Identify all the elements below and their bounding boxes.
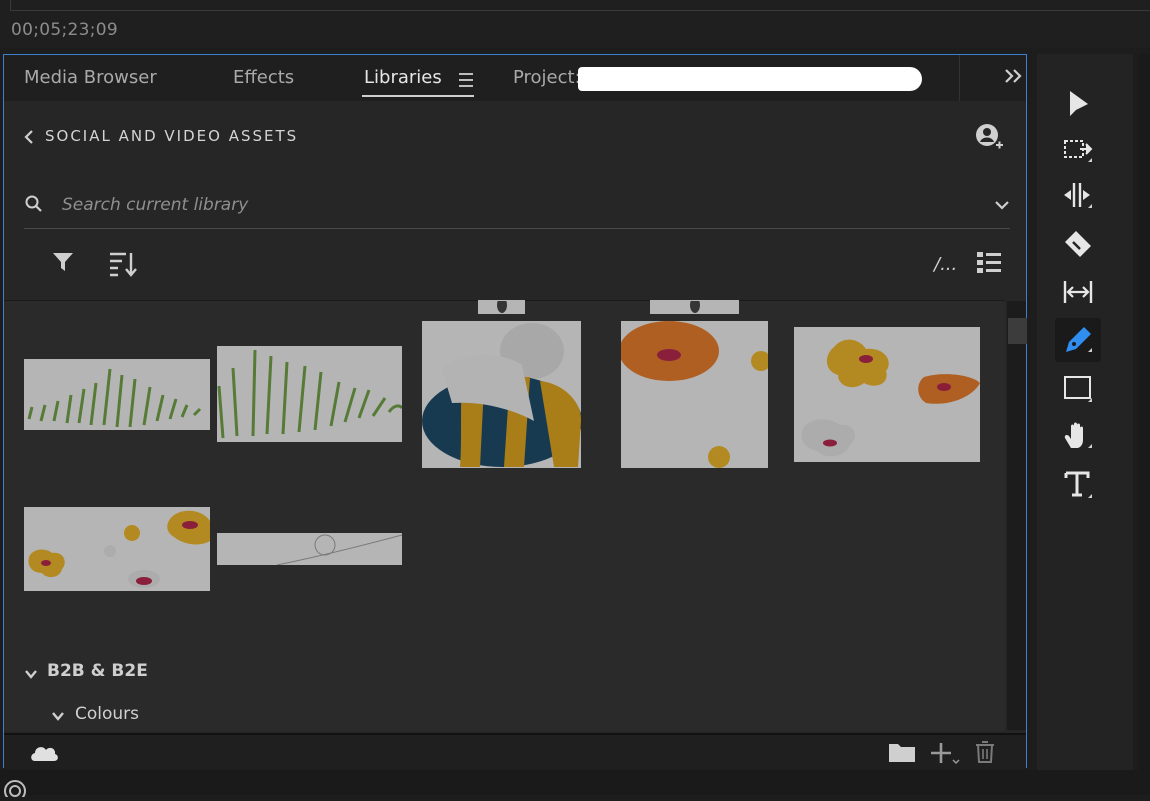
- ripple-edit-tool[interactable]: [1055, 174, 1101, 218]
- panel-menu-icon[interactable]: [459, 73, 473, 91]
- tab-libraries[interactable]: Libraries: [364, 67, 442, 88]
- track-select-icon: [1064, 140, 1093, 162]
- pen-icon: [1066, 327, 1092, 352]
- back-chevron-icon[interactable]: [24, 129, 34, 149]
- razor-tool[interactable]: [1055, 222, 1101, 266]
- hand-tool[interactable]: [1055, 414, 1101, 458]
- section-colours[interactable]: Colours: [75, 704, 139, 724]
- panel-tab-bar: Media Browser Effects Libraries Project:: [4, 55, 1026, 101]
- tab-media-browser[interactable]: Media Browser: [24, 67, 157, 88]
- chevron-down-icon[interactable]: [994, 196, 1010, 215]
- search-bar: [24, 182, 1010, 229]
- rectangle-tool[interactable]: [1055, 366, 1101, 410]
- add-collaborator-icon[interactable]: [974, 123, 1004, 157]
- selection-tool[interactable]: [1055, 82, 1101, 126]
- asset-thumbnail[interactable]: [478, 300, 525, 314]
- redacted-project-name: [578, 67, 922, 91]
- timeline-ruler: [10, 0, 1150, 11]
- right-panel-edge: [1138, 54, 1150, 770]
- asset-thumbnail-flowers[interactable]: [24, 507, 210, 591]
- view-options-button[interactable]: /...: [934, 254, 957, 275]
- type-tool[interactable]: [1055, 462, 1101, 506]
- asset-thumbnail-grass[interactable]: [24, 359, 210, 430]
- razor-icon: [1065, 231, 1091, 257]
- type-icon: [1064, 471, 1092, 498]
- track-select-tool[interactable]: [1055, 128, 1101, 172]
- trash-icon[interactable]: [974, 740, 996, 768]
- asset-thumbnail-bee[interactable]: [422, 321, 581, 468]
- active-tab-indicator: [362, 95, 474, 97]
- list-view-icon[interactable]: [976, 250, 1002, 280]
- asset-thumbnail[interactable]: [650, 300, 739, 314]
- scrollbar[interactable]: [1007, 301, 1026, 730]
- slip-icon: [1063, 281, 1093, 303]
- folder-icon[interactable]: [888, 741, 916, 767]
- tab-project[interactable]: Project:: [513, 67, 581, 88]
- chevron-down-icon[interactable]: [24, 665, 38, 684]
- asset-thumbnail-flowers[interactable]: [794, 327, 980, 462]
- scrollbar-thumb[interactable]: [1008, 318, 1027, 344]
- pen-tool[interactable]: [1055, 318, 1101, 362]
- asset-thumbnail-flowers[interactable]: [621, 321, 768, 468]
- add-icon[interactable]: [930, 741, 960, 769]
- libraries-panel: Media Browser Effects Libraries Project:…: [3, 54, 1027, 769]
- section-b2b-b2e[interactable]: B2B & B2E: [47, 661, 148, 681]
- search-icon: [24, 194, 44, 218]
- library-title[interactable]: SOCIAL AND VIDEO ASSETS: [45, 127, 298, 145]
- asset-thumbnail-line-art[interactable]: [217, 533, 402, 565]
- search-input[interactable]: [60, 190, 964, 220]
- creative-cloud-icon[interactable]: [2, 777, 34, 801]
- status-bar: [0, 770, 1150, 801]
- tab-divider: [959, 55, 960, 101]
- ripple-edit-icon: [1064, 183, 1092, 208]
- filter-icon[interactable]: [51, 250, 75, 278]
- rectangle-icon: [1064, 376, 1092, 402]
- asset-thumbnail-grass[interactable]: [217, 346, 402, 442]
- cloud-sync-icon[interactable]: [29, 743, 59, 767]
- tab-effects[interactable]: Effects: [233, 67, 294, 88]
- tab-overflow-icon[interactable]: [1004, 65, 1024, 89]
- sort-icon[interactable]: [108, 250, 138, 282]
- panel-footer: [4, 733, 1026, 769]
- arrow-icon: [1070, 91, 1088, 116]
- chevron-down-icon[interactable]: [51, 707, 65, 726]
- timecode-display[interactable]: 00;05;23;09: [11, 20, 118, 40]
- timeline-strip: 00;05;23;09: [0, 0, 1150, 48]
- slip-tool[interactable]: [1055, 270, 1101, 314]
- hand-icon: [1064, 422, 1092, 448]
